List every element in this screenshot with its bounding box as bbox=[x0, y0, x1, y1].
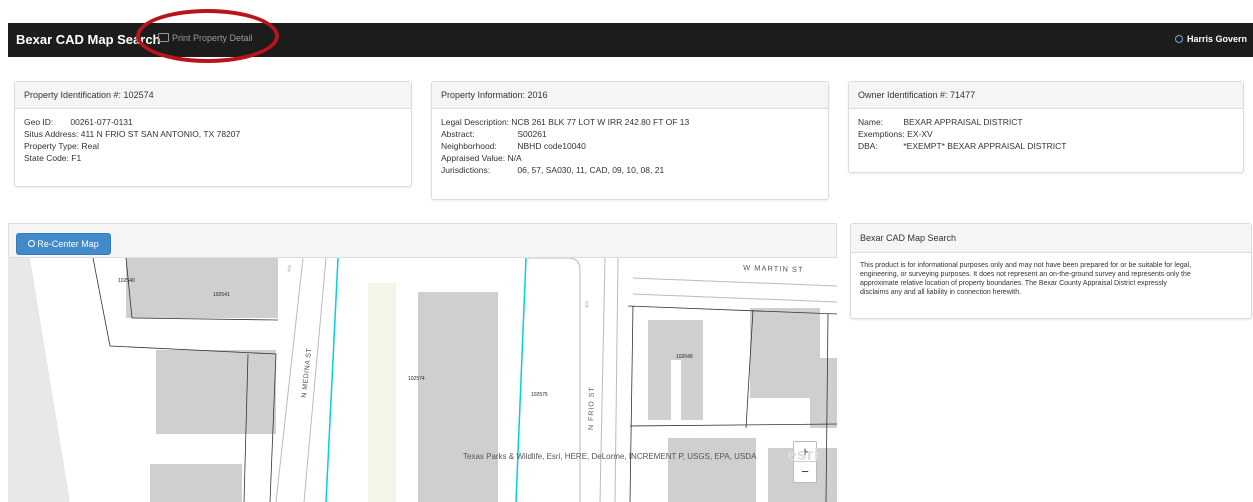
property-information-heading: Property Information: 2016 bbox=[432, 82, 828, 109]
parcel-label: 102575 bbox=[531, 392, 548, 398]
building bbox=[156, 350, 276, 434]
road-edge bbox=[632, 293, 837, 303]
building bbox=[418, 292, 498, 502]
owner-identification-panel: Owner Identification #: 71477 Name: BEXA… bbox=[848, 81, 1244, 173]
red-annotation-circle bbox=[136, 9, 279, 63]
parcel-label: 102049 bbox=[676, 354, 693, 360]
building bbox=[126, 258, 278, 318]
owner-row: Exemptions: EX-XV bbox=[858, 129, 933, 139]
building bbox=[150, 464, 242, 502]
property-row: Geo ID: 00261-077-0131 bbox=[24, 117, 133, 127]
info-row: Neighborhood: NBHD code10040 bbox=[441, 141, 586, 151]
property-row: State Code: F1 bbox=[24, 153, 82, 163]
road-edge bbox=[599, 257, 606, 502]
recenter-label: Re-Center Map bbox=[37, 239, 99, 249]
disclaimer-line: disclaims any and all liability in conne… bbox=[860, 289, 1022, 296]
selected-parcel-boundary bbox=[515, 257, 527, 502]
parcel-label: 102540 bbox=[118, 278, 135, 284]
parcel-boundary bbox=[629, 305, 634, 502]
disclaimer-heading: Bexar CAD Map Search bbox=[851, 224, 1251, 253]
info-row: Jurisdictions: 06, 57, SA030, 11, CAD, 0… bbox=[441, 165, 665, 175]
building bbox=[648, 320, 703, 420]
property-identification-heading: Property Identification #: 102574 bbox=[15, 82, 411, 109]
property-row: Property Type: Real bbox=[24, 141, 99, 151]
road-shield-label: 403 bbox=[584, 300, 589, 308]
owner-row: Name: BEXAR APPRAISAL DISTRICT bbox=[858, 117, 1023, 127]
map-toolbar: Re-Center Map bbox=[8, 223, 837, 258]
property-row: Situs Address: 411 N FRIO ST SAN ANTONIO… bbox=[24, 129, 241, 139]
disclaimer-line: engineering, or surveying purposes. It d… bbox=[860, 271, 1191, 278]
street-label-w-martin: W MARTIN ST bbox=[743, 263, 804, 274]
disclaimer-line: This product is for informational purpos… bbox=[860, 262, 1192, 269]
map-svg: 102540 102541 102574 102575 102049 403 4… bbox=[8, 257, 837, 502]
map-panel: Re-Center Map 102540 102541 102574 10257… bbox=[8, 223, 837, 502]
street-label-n-medina: N MEDINA ST bbox=[301, 347, 313, 398]
property-identification-panel: Property Identification #: 102574 Geo ID… bbox=[14, 81, 412, 187]
road-edge bbox=[528, 257, 581, 502]
owner-row: DBA: *EXEMPT* BEXAR APPRAISAL DISTRICT bbox=[858, 141, 1067, 151]
owner-identification-heading: Owner Identification #: 71477 bbox=[849, 82, 1243, 109]
info-row: Appraised Value: N/A bbox=[441, 153, 522, 163]
road-edge bbox=[632, 277, 837, 287]
esri-logo: esri bbox=[787, 445, 820, 464]
map-area bbox=[368, 283, 396, 502]
building bbox=[810, 358, 837, 428]
recenter-map-button[interactable]: Re-Center Map bbox=[16, 233, 111, 255]
harris-link-label: Harris Govern bbox=[1186, 34, 1247, 44]
street-label-n-frio: N FRIO ST bbox=[588, 386, 596, 430]
gear-icon bbox=[1174, 35, 1183, 43]
road-shield-label: 403 bbox=[286, 264, 292, 272]
road-edge bbox=[614, 257, 619, 502]
parcel-label: 102541 bbox=[213, 292, 230, 298]
parcel-boundary bbox=[629, 423, 837, 427]
building bbox=[750, 308, 820, 398]
zoom-out-button[interactable]: − bbox=[794, 462, 816, 482]
search-icon bbox=[28, 240, 36, 247]
disclaimer-panel: Bexar CAD Map Search This product is for… bbox=[850, 223, 1252, 319]
property-information-panel: Property Information: 2016 Legal Descrip… bbox=[431, 81, 829, 200]
road-edge bbox=[275, 257, 304, 502]
selected-parcel-boundary bbox=[325, 257, 339, 502]
building bbox=[668, 438, 756, 502]
parcel-label: 102574 bbox=[408, 376, 425, 382]
disclaimer-line: approximate relative location of propert… bbox=[860, 280, 1167, 287]
map-attribution: Texas Parks & Wildlife, Esri, HERE, DeLo… bbox=[463, 452, 757, 461]
info-row: Abstract: S00261 bbox=[441, 129, 547, 139]
info-row: Legal Description: NCB 261 BLK 77 LOT W … bbox=[441, 117, 690, 127]
harris-govern-link[interactable]: Harris Govern bbox=[1174, 34, 1247, 44]
map-area bbox=[8, 258, 70, 502]
parcel-boundary bbox=[131, 317, 279, 321]
map-canvas[interactable]: 102540 102541 102574 102575 102049 403 4… bbox=[8, 257, 837, 502]
